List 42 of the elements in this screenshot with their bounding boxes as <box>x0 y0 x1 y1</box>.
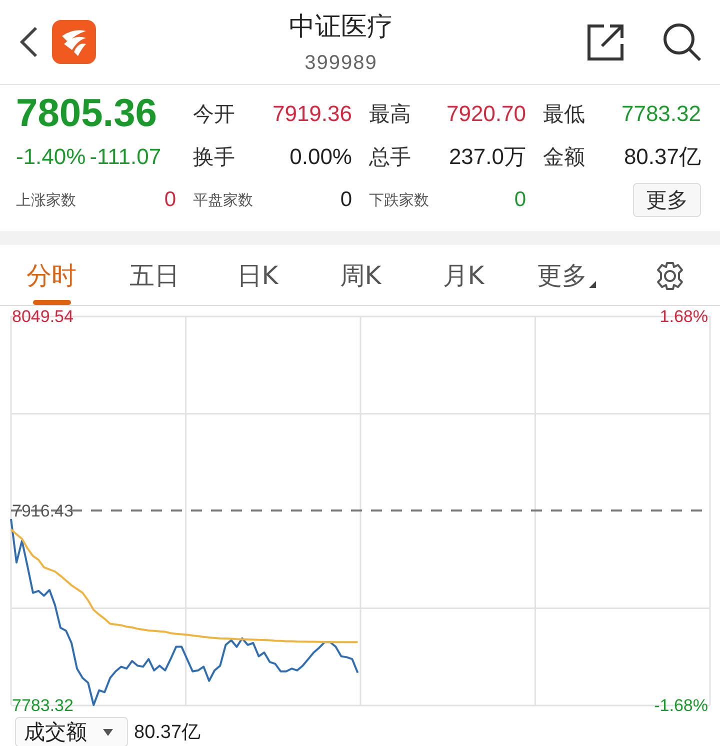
percent-label: -1.68% <box>654 696 708 715</box>
stat-label: 下跌家数 <box>369 190 429 210</box>
stat-value: 0 <box>164 188 176 212</box>
volume-value: 80.37亿 <box>134 721 201 745</box>
stat-value: 7919.36 <box>272 101 352 127</box>
stat-value: 7920.70 <box>446 101 526 127</box>
search-icon[interactable] <box>662 22 702 62</box>
stat-label: 最低 <box>543 101 585 128</box>
index-code: 399989 <box>304 52 378 75</box>
chart-tab[interactable]: 周K <box>338 245 384 306</box>
stat-value: 80.37亿 <box>624 143 701 171</box>
change-percent: -1.40% <box>16 144 86 170</box>
stat-value: 7783.32 <box>621 101 701 127</box>
page-title: 中证医疗 <box>289 11 393 44</box>
share-icon[interactable] <box>586 22 626 62</box>
chart-tab[interactable]: 月K <box>440 245 486 306</box>
axis-label: 7916.43 <box>12 502 74 520</box>
more-menu-tab[interactable]: 更多 <box>535 245 598 306</box>
stat-label: 上涨家数 <box>16 190 76 210</box>
app-logo-icon <box>52 20 96 64</box>
stat-label: 平盘家数 <box>193 190 253 210</box>
stat-label: 最高 <box>369 101 411 128</box>
stat-value: 0.00% <box>290 144 352 170</box>
stat-label: 今开 <box>193 101 235 128</box>
stat-label: 总手 <box>369 144 411 171</box>
current-price: 7805.36 <box>16 92 158 136</box>
settings-icon[interactable] <box>654 260 684 290</box>
chart-tab[interactable]: 五日 <box>128 245 182 306</box>
more-button[interactable]: 更多 <box>633 183 701 217</box>
axis-label: 7783.32 <box>12 696 74 715</box>
stat-value: 237.0万 <box>448 143 526 171</box>
price-change: -111.07 <box>90 144 162 170</box>
axis-label: 8049.54 <box>12 307 74 326</box>
chart-tab[interactable]: 日K <box>234 245 280 306</box>
stat-label: 换手 <box>193 144 235 171</box>
stat-value: 0 <box>340 188 352 212</box>
stat-label: 金额 <box>543 144 585 171</box>
volume-selector[interactable]: 成交额 <box>15 717 128 746</box>
percent-label: 1.68% <box>660 307 708 326</box>
stat-value: 0 <box>514 188 526 212</box>
chart-tab[interactable]: 分时 <box>24 245 78 306</box>
caret-icon <box>103 728 113 736</box>
